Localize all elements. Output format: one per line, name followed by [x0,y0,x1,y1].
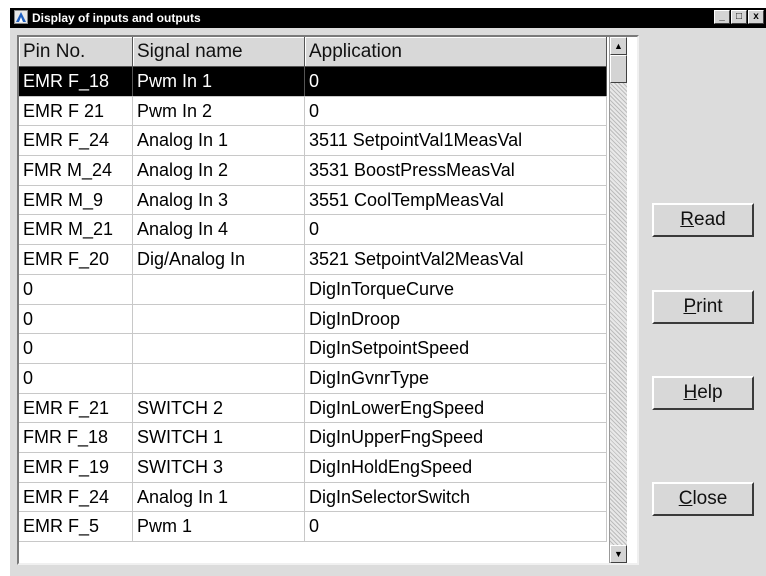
signal-cell: Analog In 1 [133,482,305,512]
maximize-button[interactable]: □ [731,10,747,24]
application-cell: 0 [305,215,607,245]
signal-cell: Analog In 3 [133,185,305,215]
signal-cell: Pwm 1 [133,512,305,541]
io-table[interactable]: Pin No. Signal name Application EMR F_18… [17,35,639,565]
table-row[interactable]: FMR F_18 SWITCH 1 DigInUpperFngSpeed [19,423,607,453]
signal-cell: SWITCH 1 [133,423,305,452]
signal-cell [133,274,305,304]
signal-cell [133,304,305,334]
table-row[interactable]: EMR M_21 Analog In 40 [19,215,607,246]
help-button-mnemonic: H [683,382,698,403]
pin-cell: EMR M_9 [19,185,133,215]
pin-cell: FMR F_18 [19,423,133,452]
table-row[interactable]: EMR F_18 Pwm In 10 [19,67,607,97]
read-button[interactable]: Read [652,203,754,237]
application-cell: 3551 CoolTempMeasVal [305,185,607,215]
pin-cell: EMR M_21 [19,215,133,245]
print-button[interactable]: Print [652,290,754,324]
signal-cell: Pwm In 1 [133,67,305,96]
column-header-application[interactable]: Application [305,37,607,67]
signal-cell: SWITCH 3 [133,452,305,482]
application-cell: 3521 SetpointVal2MeasVal [305,245,607,274]
pin-cell: EMR F 21 [19,96,133,126]
table-row[interactable]: 0 DigInDroop [19,304,607,335]
help-button-label: elp [697,382,723,403]
pin-cell: EMR F_18 [19,67,133,96]
application-cell: DigInHoldEngSpeed [305,452,607,482]
help-button[interactable]: Help [652,376,754,410]
table-row[interactable]: EMR F_24 Analog In 1 DigInSelectorSwitch [19,482,607,513]
application-cell: 0 [305,96,607,126]
application-cell: DigInSetpointSpeed [305,334,607,363]
table-row[interactable]: EMR F_24 Analog In 1 3511 SetpointVal1Meas… [19,126,607,157]
application-cell: 3511 SetpointVal1MeasVal [305,126,607,156]
minimize-button[interactable]: _ [714,10,730,24]
title-bar[interactable]: Display of inputs and outputs _ □ x [10,8,766,28]
close-window-button[interactable]: x [748,10,764,24]
pin-cell: 0 [19,274,133,304]
application-cell: DigInLowerEngSpeed [305,393,607,423]
application-cell: DigInSelectorSwitch [305,482,607,512]
pin-cell: EMR F_21 [19,393,133,423]
application-cell: 0 [305,67,607,96]
signal-cell: SWITCH 2 [133,393,305,423]
window-title: Display of inputs and outputs [32,11,201,25]
signal-cell: Dig/Analog In [133,245,305,274]
application-cell: 3531 BoostPressMeasVal [305,156,607,185]
application-cell: DigInTorqueCurve [305,274,607,304]
io-display-window: Display of inputs and outputs _ □ x Pin … [10,8,766,576]
table-header: Pin No. Signal name Application [19,37,607,67]
close-button-label: lose [692,488,728,509]
scroll-thumb[interactable] [610,55,627,83]
pin-cell: EMR F_5 [19,512,133,541]
scroll-down-button[interactable]: ▼ [610,545,627,563]
signal-cell: Pwm In 2 [133,96,305,126]
read-button-label: ead [694,209,726,230]
scroll-up-button[interactable]: ▲ [610,37,627,55]
pin-cell: EMR F_24 [19,482,133,512]
print-button-label: rint [696,296,723,317]
close-button[interactable]: Close [652,482,754,516]
table-row[interactable]: 0 DigInTorqueCurve [19,274,607,305]
table-row[interactable]: EMR F 21 Pwm In 20 [19,96,607,127]
arrow-down-icon: ▼ [614,549,623,559]
column-header-signal[interactable]: Signal name [133,37,305,67]
table-row[interactable]: EMR F_5 Pwm 10 [19,512,607,542]
pin-cell: 0 [19,363,133,393]
signal-cell: Analog In 2 [133,156,305,185]
arrow-up-icon: ▲ [614,41,623,51]
close-button-mnemonic: C [678,488,693,509]
signal-cell [133,334,305,363]
app-icon [14,10,28,24]
pin-cell: EMR F_24 [19,126,133,156]
pin-cell: 0 [19,304,133,334]
pin-cell: FMR M_24 [19,156,133,185]
column-header-pin[interactable]: Pin No. [19,37,133,67]
table-row[interactable]: EMR F_19 SWITCH 3 DigInHoldEngSpeed [19,452,607,483]
signal-cell: Analog In 4 [133,215,305,245]
pin-cell: EMR F_20 [19,245,133,274]
table-row[interactable]: EMR F_20 Dig/Analog In 3521 SetpointVal2Me… [19,245,607,275]
table-row[interactable]: FMR M_24 Analog In 2 3531 BoostPressMeasVa… [19,156,607,186]
vertical-scrollbar[interactable]: ▲ ▼ [609,37,627,563]
table-row[interactable]: 0 DigInGvnrType [19,363,607,394]
application-cell: DigInGvnrType [305,363,607,393]
application-cell: DigInDroop [305,304,607,334]
pin-cell: EMR F_19 [19,452,133,482]
read-button-mnemonic: R [680,209,695,230]
print-button-mnemonic: P [683,296,697,317]
pin-cell: 0 [19,334,133,363]
signal-cell: Analog In 1 [133,126,305,156]
application-cell: 0 [305,512,607,541]
signal-cell [133,363,305,393]
table-row[interactable]: EMR F_21 SWITCH 2 DigInLowerEngSpeed [19,393,607,424]
table-row[interactable]: 0 DigInSetpointSpeed [19,334,607,364]
table-row[interactable]: EMR M_9 Analog In 3 3551 CoolTempMeasVal [19,185,607,216]
table-body: EMR F_18 Pwm In 1 0 EMR F 21 Pwm In 2 0 EMR F_… [19,67,607,542]
application-cell: DigInUpperFngSpeed [305,423,607,452]
